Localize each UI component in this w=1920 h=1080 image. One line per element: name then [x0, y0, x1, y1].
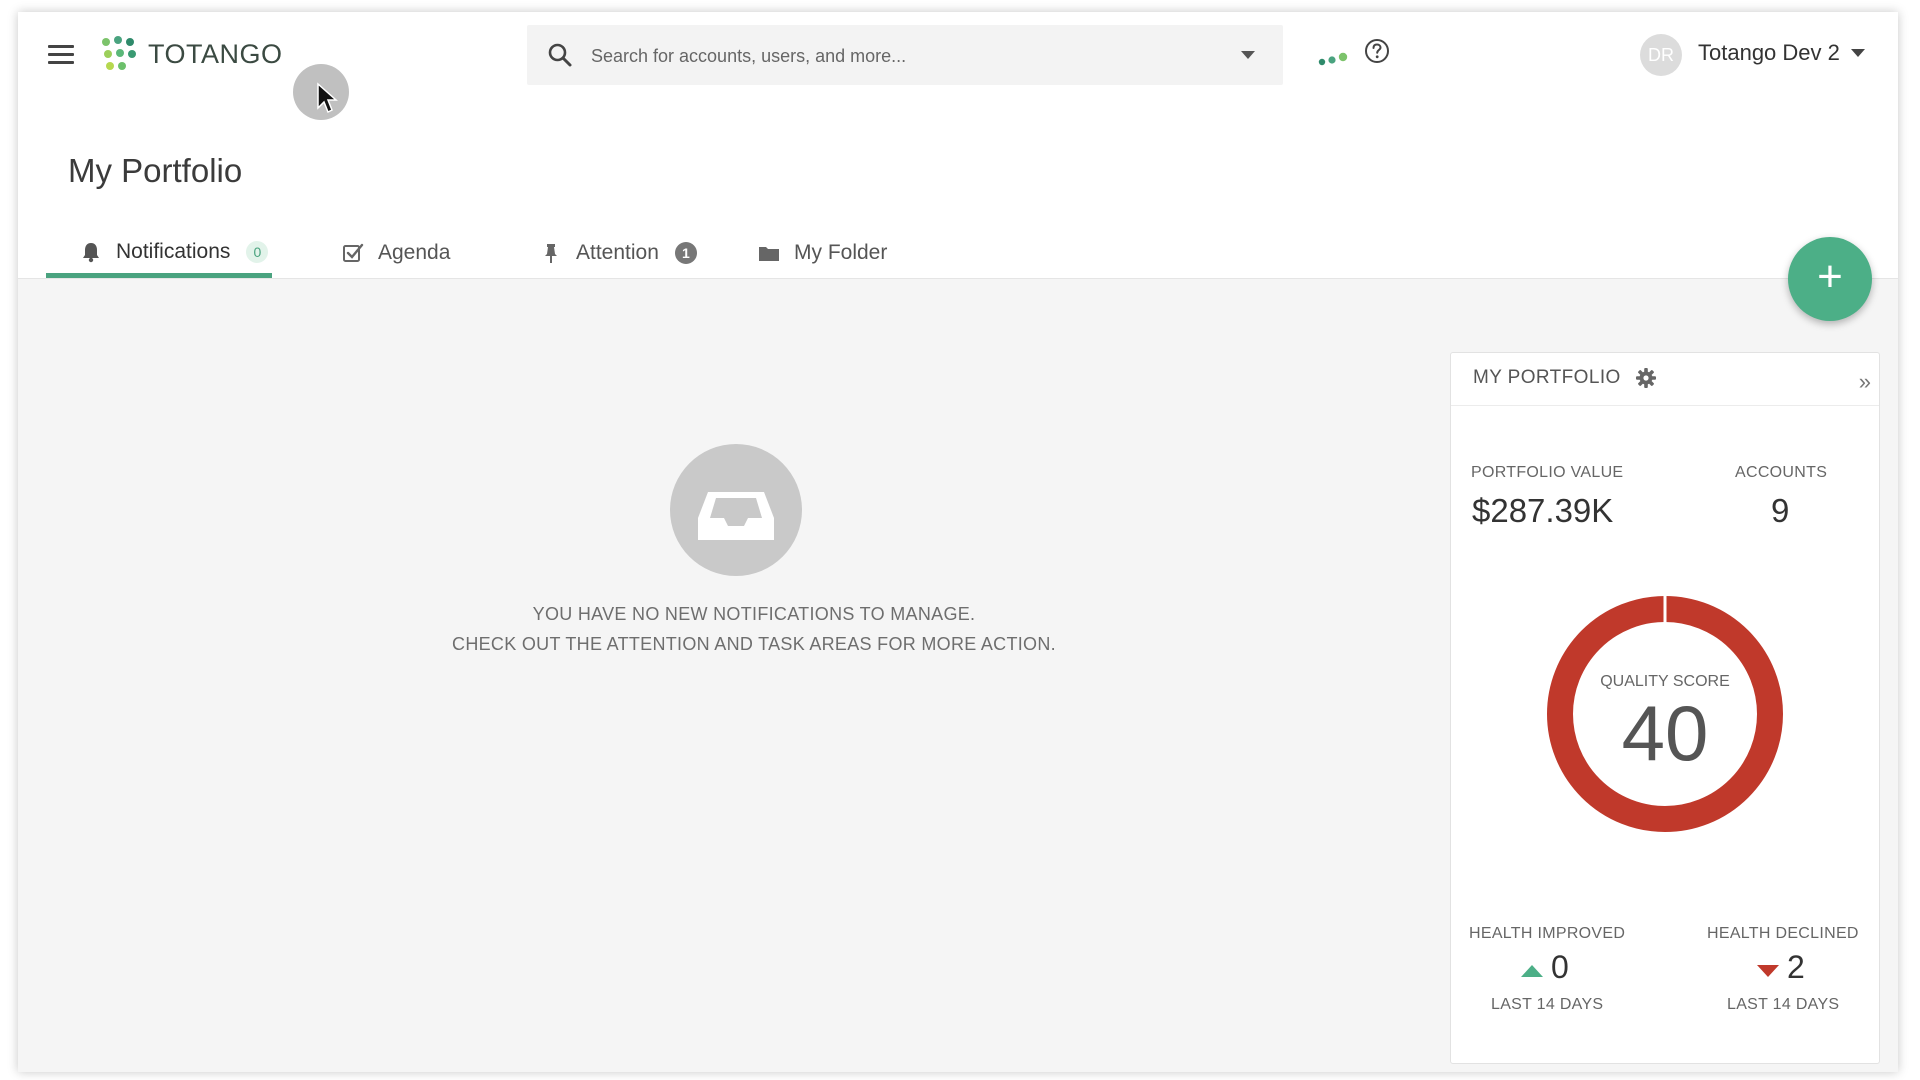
search-icon	[548, 43, 572, 67]
app-window: TOTANGO DR Totango Dev 2 My Portfolio	[18, 12, 1898, 1072]
inbox-icon	[670, 444, 802, 576]
tab-agenda[interactable]: Agenda	[342, 231, 450, 275]
help-icon[interactable]	[1364, 38, 1390, 64]
arrow-down-icon	[1757, 965, 1779, 977]
empty-state-message: YOU HAVE NO NEW NOTIFICATIONS TO MANAGE.	[532, 604, 976, 624]
health-improved-period: LAST 14 DAYS	[1491, 996, 1604, 1013]
checkbox-icon	[343, 243, 364, 262]
folder-icon	[759, 247, 779, 261]
portfolio-card: MY PORTFOLIO » PORTFOLIO VALUE $287.39K …	[1450, 352, 1880, 1064]
chevron-down-icon[interactable]	[1851, 49, 1865, 57]
health-declined-label: HEALTH DECLINED	[1707, 925, 1859, 942]
arrow-up-icon	[1521, 965, 1543, 977]
activity-icon[interactable]	[1318, 52, 1350, 66]
portfolio-card-title: MY PORTFOLIO	[1473, 367, 1621, 388]
tab-attention[interactable]: Attention 1	[540, 231, 697, 275]
health-improved-label: HEALTH IMPROVED	[1469, 925, 1626, 942]
bell-icon	[83, 243, 99, 263]
accounts-count: 9	[1771, 492, 1790, 529]
portfolio-value: $287.39K	[1472, 492, 1614, 529]
logo-icon	[102, 36, 138, 72]
avatar[interactable]: DR	[1640, 34, 1682, 76]
tab-notifications[interactable]: Notifications 0	[80, 230, 269, 274]
page-title: My Portfolio	[68, 152, 243, 189]
search-dropdown-icon[interactable]	[1241, 51, 1255, 59]
health-improved-count: 0	[1551, 949, 1569, 985]
plus-icon: +	[1817, 252, 1843, 301]
accounts-label: ACCOUNTS	[1735, 464, 1828, 481]
attention-count-badge: 1	[674, 242, 697, 264]
tab-label: My Folder	[794, 241, 888, 264]
expand-panel-icon[interactable]: »	[1859, 369, 1871, 395]
logo[interactable]: TOTANGO	[102, 34, 283, 74]
logo-text: TOTANGO	[148, 38, 283, 69]
health-declined-count: 2	[1787, 949, 1805, 985]
mouse-pointer-icon	[317, 82, 338, 114]
pin-icon	[545, 244, 557, 263]
page-header: My Portfolio Notifications 0 Agenda Atte…	[18, 102, 1898, 279]
tab-label: Agenda	[378, 241, 451, 264]
empty-state-hint: CHECK OUT THE ATTENTION AND TASK AREAS F…	[452, 634, 1056, 654]
search-bar	[527, 25, 1283, 87]
quality-score-value: 40	[1621, 689, 1709, 777]
search-input[interactable]	[589, 25, 1213, 87]
tab-label: Notifications	[116, 240, 231, 263]
add-button[interactable]: +	[1788, 237, 1872, 321]
health-declined-period: LAST 14 DAYS	[1727, 996, 1840, 1013]
portfolio-card-header: MY PORTFOLIO »	[1451, 353, 1879, 406]
tab-label: Attention	[576, 241, 659, 264]
tab-my-folder[interactable]: My Folder	[758, 231, 887, 275]
user-menu-name[interactable]: Totango Dev 2	[1698, 40, 1840, 66]
notifications-count-badge: 0	[246, 241, 269, 263]
active-tab-indicator	[46, 273, 272, 278]
gear-icon[interactable]	[1635, 367, 1657, 389]
menu-icon[interactable]	[48, 45, 74, 65]
portfolio-value-label: PORTFOLIO VALUE	[1471, 464, 1624, 481]
